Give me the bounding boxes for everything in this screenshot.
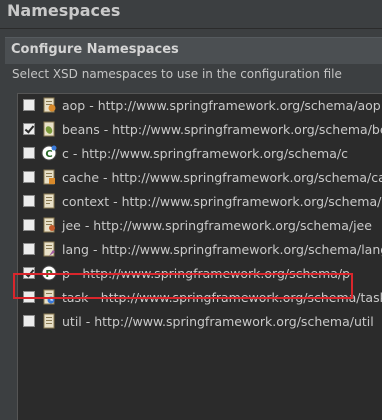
lang-icon (41, 241, 57, 257)
namespace-row-context[interactable]: context - http://www.springframework.org… (18, 190, 382, 214)
namespace-label: c - http://www.springframework.org/schem… (62, 146, 348, 161)
checkbox-lang[interactable] (23, 243, 35, 255)
checkbox-jee[interactable] (23, 219, 35, 231)
namespace-label: lang - http://www.springframework.org/sc… (62, 242, 382, 257)
namespace-row-aop[interactable]: aop - http://www.springframework.org/sch… (18, 94, 382, 118)
checkbox-cache[interactable] (23, 171, 35, 183)
checkbox-context[interactable] (23, 195, 35, 207)
namespace-row-jee[interactable]: jee - http://www.springframework.org/sch… (18, 214, 382, 238)
svg-text:C: C (45, 149, 52, 160)
namespace-label: cache - http://www.springframework.org/s… (62, 170, 382, 185)
title-bar: Namespaces (0, 0, 382, 28)
section-header[interactable]: Configure Namespaces (5, 37, 382, 64)
namespace-row-c[interactable]: C c - http://www.springframework.org/sch… (18, 142, 382, 166)
checkbox-util[interactable] (23, 315, 35, 327)
configure-namespaces-section: Configure Namespaces Select XSD namespac… (5, 37, 382, 420)
namespace-row-lang[interactable]: lang - http://www.springframework.org/sc… (18, 238, 382, 262)
beans-icon (41, 121, 57, 137)
namespace-label: jee - http://www.springframework.org/sch… (62, 218, 372, 233)
namespace-label: beans - http://www.springframework.org/s… (62, 122, 382, 137)
namespace-label: util - http://www.springframework.org/sc… (62, 314, 374, 329)
section-description: Select XSD namespaces to use in the conf… (12, 67, 342, 81)
namespace-row-beans[interactable]: beans - http://www.springframework.org/s… (18, 118, 382, 142)
highlight-box (13, 273, 353, 299)
section-title: Configure Namespaces (11, 42, 179, 57)
cache-icon (41, 169, 57, 185)
context-icon (41, 193, 57, 209)
jee-icon (41, 217, 57, 233)
window-title: Namespaces (7, 1, 121, 20)
namespace-label: context - http://www.springframework.org… (62, 194, 382, 209)
checkbox-c[interactable] (23, 147, 35, 159)
aop-icon (41, 97, 57, 113)
checkbox-beans[interactable] (23, 123, 35, 135)
namespace-label: aop - http://www.springframework.org/sch… (62, 98, 381, 113)
checkbox-aop[interactable] (23, 99, 35, 111)
divider (0, 28, 382, 29)
util-icon (41, 313, 57, 329)
namespace-row-util[interactable]: util - http://www.springframework.org/sc… (18, 310, 382, 334)
c-icon: C (41, 145, 57, 161)
namespace-list[interactable]: aop - http://www.springframework.org/sch… (17, 93, 382, 420)
namespace-row-cache[interactable]: cache - http://www.springframework.org/s… (18, 166, 382, 190)
